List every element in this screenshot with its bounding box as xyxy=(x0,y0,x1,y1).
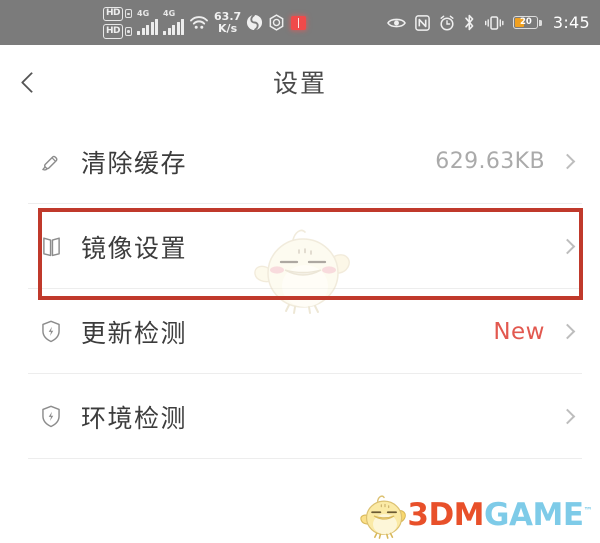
cache-size-value: 629.63KB xyxy=(435,149,545,174)
shield-app-icon xyxy=(268,14,285,31)
dual-sim-hd-indicator: HD HD xyxy=(103,6,133,39)
chick-mascot-logo xyxy=(359,491,411,539)
bluetooth-icon xyxy=(464,14,475,31)
page-header: 设置 xyxy=(0,45,600,119)
sim1-icon xyxy=(125,9,133,19)
settings-row-right xyxy=(545,238,576,255)
settings-row-mirror-settings[interactable]: 镜像设置 xyxy=(0,204,600,289)
shield-bolt-icon xyxy=(34,320,68,343)
logo-text-3dm: 3DM xyxy=(407,496,485,533)
signal-bars-icon-2 xyxy=(163,19,185,35)
settings-list: 清除缓存 629.63KB 镜像设置 更新检测 New 环境检测 xyxy=(0,119,600,459)
battery-icon: 20 xyxy=(513,16,542,29)
settings-row-right: New xyxy=(493,319,576,345)
eye-icon xyxy=(387,16,407,30)
shield-bolt-icon xyxy=(34,405,68,428)
signal-sim1: 4G xyxy=(137,9,159,35)
network-speed-unit: K/s xyxy=(218,21,238,35)
mirror-icon xyxy=(34,236,68,257)
back-button[interactable] xyxy=(0,45,58,119)
network-speed-indicator: 63.7 K/s xyxy=(214,11,241,34)
chevron-left-icon xyxy=(20,71,43,93)
chevron-right-icon xyxy=(559,238,576,255)
page-title: 设置 xyxy=(272,69,327,98)
nfc-icon xyxy=(415,14,431,31)
settings-row-update-check[interactable]: 更新检测 New xyxy=(0,289,600,374)
battery-level-text: 20 xyxy=(519,17,532,28)
red-app-icon xyxy=(290,14,307,31)
status-bar-right-icons: 20 3:45 xyxy=(387,13,590,32)
settings-row-clear-cache[interactable]: 清除缓存 629.63KB xyxy=(0,119,600,204)
status-bar: HD HD 4G 4G 63.7 K/s 20 3:45 xyxy=(0,0,600,45)
status-bar-clock: 3:45 xyxy=(552,13,590,32)
brush-icon xyxy=(34,150,68,173)
network-type-label-2: 4G xyxy=(163,9,176,18)
logo-trademark: ™ xyxy=(583,506,593,517)
wifi-icon xyxy=(189,15,209,31)
logo-text-game: GAME xyxy=(484,496,584,533)
settings-row-label: 环境检测 xyxy=(81,403,188,433)
settings-row-label: 镜像设置 xyxy=(81,233,188,263)
chevron-right-icon xyxy=(559,323,576,340)
row-divider xyxy=(28,457,582,459)
chevron-right-icon xyxy=(559,153,576,170)
hd-badge-sim2: HD xyxy=(103,24,124,39)
settings-row-label: 清除缓存 xyxy=(81,148,188,178)
site-logo-watermark: 3DMGAME™ xyxy=(359,491,592,539)
sim2-icon xyxy=(125,26,133,36)
signal-sim2: 4G xyxy=(163,9,185,35)
signal-bars-icon-1 xyxy=(137,19,159,35)
vibrate-icon xyxy=(484,15,504,31)
chevron-right-icon xyxy=(559,408,576,425)
status-bar-left-icons: HD HD 4G 4G 63.7 K/s xyxy=(103,6,307,39)
settings-row-environment-check[interactable]: 环境检测 xyxy=(0,374,600,459)
alarm-clock-icon xyxy=(439,15,455,31)
phone-screen: HD HD 4G 4G 63.7 K/s 20 3:45 设置 清除缓存 629… xyxy=(0,0,600,543)
network-type-label-1: 4G xyxy=(137,9,150,18)
status-badge: New xyxy=(493,318,545,345)
settings-row-right xyxy=(545,408,576,425)
network-speed-value: 63.7 xyxy=(214,9,242,23)
settings-row-right: 629.63KB xyxy=(435,149,576,174)
settings-row-label: 更新检测 xyxy=(81,318,188,348)
logo-text: 3DMGAME™ xyxy=(407,496,593,533)
hd-badge-sim1: HD xyxy=(103,6,124,21)
globe-app-icon xyxy=(246,14,263,31)
